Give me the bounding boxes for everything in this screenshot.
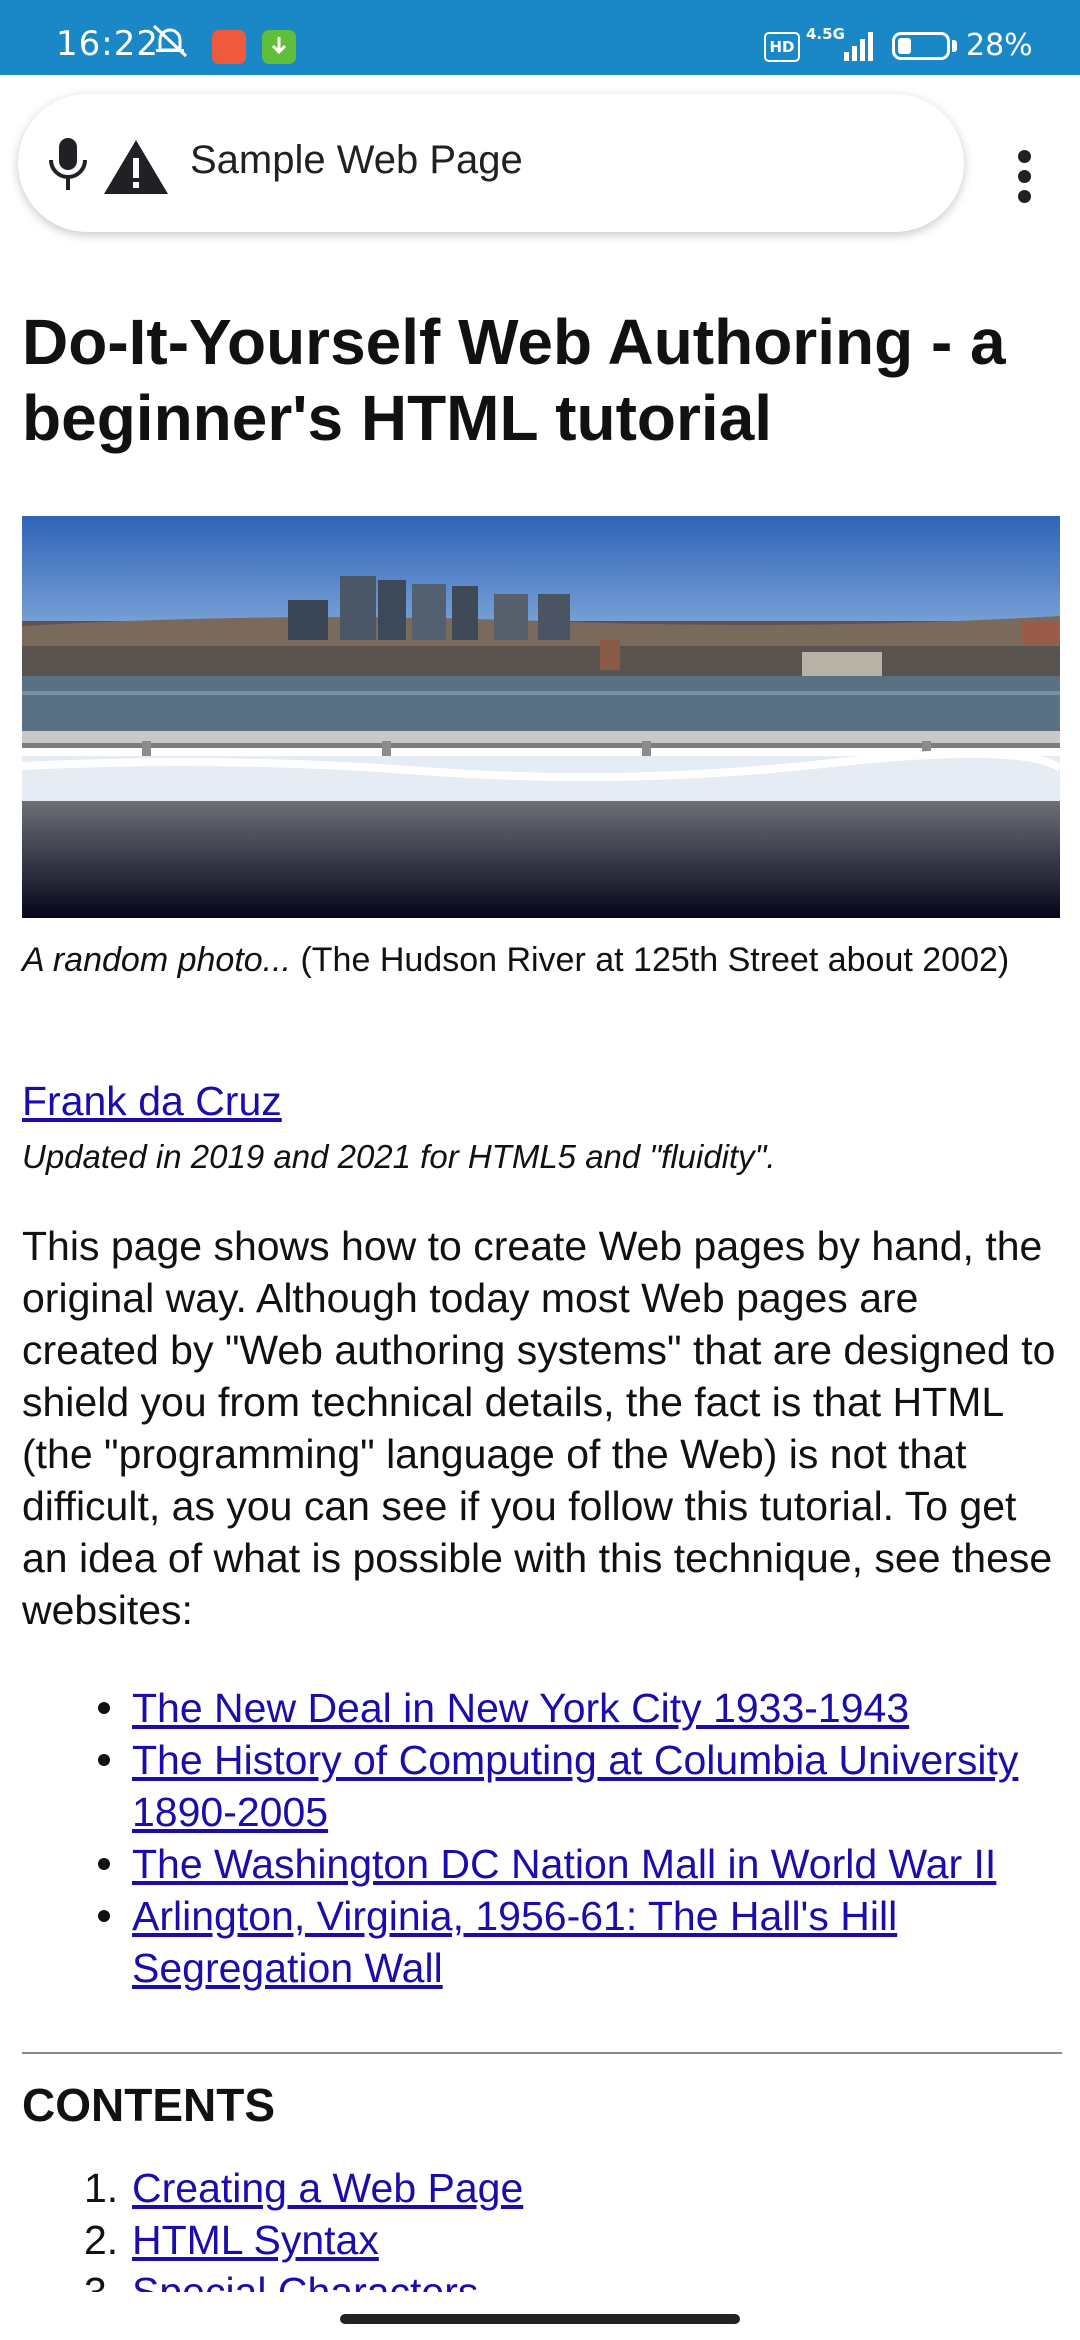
example-site-link[interactable]: The History of Computing at Columbia Uni… bbox=[132, 1737, 1018, 1835]
battery-icon bbox=[892, 32, 950, 60]
hudson-river-photo bbox=[22, 516, 1060, 918]
photo-caption: A random photo... (The Hudson River at 1… bbox=[22, 934, 1062, 986]
battery-tip bbox=[952, 40, 957, 52]
toc-number: 1. bbox=[84, 2165, 119, 2211]
divider bbox=[22, 2052, 1062, 2054]
updated-note: Updated in 2019 and 2021 for HTML5 and "… bbox=[22, 1138, 776, 1175]
list-item: The Washington DC Nation Mall in World W… bbox=[22, 1838, 1062, 1890]
list-item: The History of Computing at Columbia Uni… bbox=[22, 1734, 1062, 1838]
home-indicator[interactable] bbox=[340, 2314, 740, 2324]
status-bar: 16:22 HD 4.5G 28% bbox=[0, 0, 1080, 75]
page-title[interactable]: Sample Web Page bbox=[190, 138, 523, 183]
toc-link[interactable]: Creating a Web Page bbox=[132, 2165, 523, 2211]
download-notification-icon bbox=[262, 30, 296, 64]
battery-level bbox=[898, 38, 911, 54]
signal-icon bbox=[844, 32, 873, 61]
warning-icon[interactable] bbox=[102, 138, 170, 196]
status-time: 16:22 bbox=[56, 24, 159, 64]
address-bar[interactable]: Sample Web Page bbox=[18, 94, 964, 232]
caption-text: (The Hudson River at 125th Street about … bbox=[291, 941, 1010, 979]
toc-number: 2. bbox=[84, 2217, 119, 2263]
toc-link[interactable]: HTML Syntax bbox=[132, 2217, 379, 2263]
example-sites-list: The New Deal in New York City 1933-1943 … bbox=[22, 1682, 1062, 1994]
list-item: Arlington, Virginia, 1956-61: The Hall's… bbox=[22, 1890, 1062, 1994]
list-item: The New Deal in New York City 1933-1943 bbox=[22, 1682, 1062, 1734]
contents-heading: CONTENTS bbox=[22, 2079, 275, 2131]
network-type: 4.5G bbox=[806, 25, 845, 43]
caption-italic: A random photo... bbox=[22, 941, 292, 979]
vibrate-off-icon bbox=[152, 24, 188, 58]
hd-badge: HD bbox=[764, 32, 800, 62]
microphone-icon[interactable] bbox=[46, 136, 90, 192]
toc-item: 1. Creating a Web Page bbox=[22, 2162, 1062, 2214]
example-site-link[interactable]: Arlington, Virginia, 1956-61: The Hall's… bbox=[132, 1893, 897, 1991]
author-link[interactable]: Frank da Cruz bbox=[22, 1078, 282, 1125]
toc-item: 2. HTML Syntax bbox=[22, 2214, 1062, 2266]
app-notification-icon bbox=[212, 30, 246, 64]
article-heading: Do-It-Yourself Web Authoring - a beginne… bbox=[22, 306, 1006, 454]
more-options-icon[interactable] bbox=[1006, 144, 1042, 208]
intro-paragraph: This page shows how to create Web pages … bbox=[22, 1223, 1056, 1633]
example-site-link[interactable]: The Washington DC Nation Mall in World W… bbox=[132, 1841, 996, 1887]
example-site-link[interactable]: The New Deal in New York City 1933-1943 bbox=[132, 1685, 909, 1731]
battery-percent: 28% bbox=[966, 28, 1033, 63]
